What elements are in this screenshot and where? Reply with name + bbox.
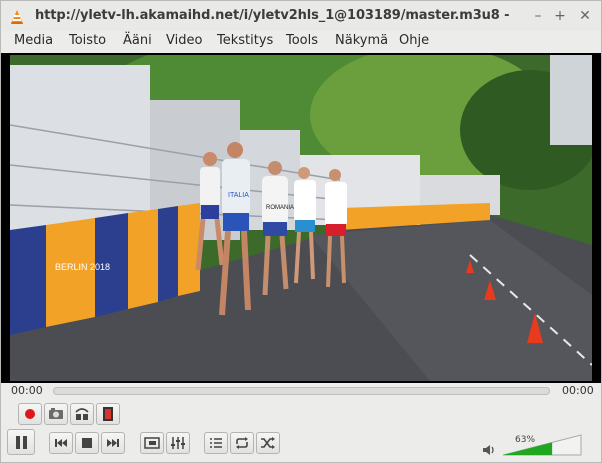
previous-button[interactable] (49, 432, 73, 454)
volume-slider[interactable] (501, 433, 583, 457)
record-icon (25, 409, 35, 419)
window-title: http://yletv-lh.akamaihd.net/i/yletv2hls… (35, 8, 509, 23)
vlc-window: http://yletv-lh.akamaihd.net/i/yletv2hls… (0, 0, 602, 463)
extended-settings-button[interactable] (166, 432, 190, 454)
playlist-button[interactable] (204, 432, 228, 454)
video-frame: BERLIN 2018 ITALIA ROMANIA (10, 55, 592, 381)
frame-step-button[interactable] (96, 403, 120, 425)
menu-aani[interactable]: Ääni (123, 33, 152, 48)
bib-romania: ROMANIA (266, 205, 294, 211)
ab-loop-icon (75, 408, 89, 420)
fullscreen-button[interactable] (140, 432, 164, 454)
shuffle-button[interactable] (256, 432, 280, 454)
pause-button[interactable] (7, 429, 35, 455)
menu-bar: Media Toisto Ääni Video Tekstitys Tools … (1, 31, 601, 53)
menu-toisto[interactable]: Toisto (69, 33, 106, 48)
film-frame-icon (103, 407, 113, 421)
menu-tools[interactable]: Tools (286, 33, 318, 48)
ab-loop-button[interactable] (70, 403, 94, 425)
vlc-cone-icon (11, 10, 23, 24)
next-button[interactable] (101, 432, 125, 454)
repeat-icon (236, 437, 248, 449)
remaining-time[interactable]: 00:00 (562, 384, 594, 397)
camera-icon (49, 408, 63, 419)
menu-tekstitys[interactable]: Tekstitys (217, 33, 273, 48)
shuffle-icon (261, 437, 275, 449)
elapsed-time[interactable]: 00:00 (11, 384, 43, 397)
title-bar[interactable]: http://yletv-lh.akamaihd.net/i/yletv2hls… (1, 1, 601, 31)
minimize-button[interactable]: – (528, 5, 548, 27)
seek-row: 00:00 00:00 (1, 383, 601, 399)
record-button[interactable] (18, 403, 42, 425)
stop-icon (82, 438, 92, 448)
banner-text: BERLIN 2018 (55, 262, 110, 272)
menu-media[interactable]: Media (14, 33, 53, 48)
equalizer-icon (171, 437, 185, 449)
close-button[interactable]: ✕ (575, 5, 595, 27)
playlist-icon (210, 438, 222, 448)
maximize-button[interactable]: + (550, 5, 570, 27)
bib-italia: ITALIA (228, 192, 249, 199)
loop-button[interactable] (230, 432, 254, 454)
speaker-icon[interactable] (481, 442, 497, 458)
pause-icon (16, 436, 27, 449)
next-icon (107, 439, 119, 447)
menu-video[interactable]: Video (166, 33, 202, 48)
video-display[interactable]: BERLIN 2018 ITALIA ROMANIA (1, 53, 601, 383)
seek-slider[interactable] (53, 387, 550, 395)
previous-icon (55, 439, 67, 447)
menu-nakyma[interactable]: Näkymä (335, 33, 388, 48)
stop-button[interactable] (75, 432, 99, 454)
snapshot-button[interactable] (44, 403, 68, 425)
menu-ohje[interactable]: Ohje (399, 33, 429, 48)
fullscreen-icon (144, 437, 160, 449)
